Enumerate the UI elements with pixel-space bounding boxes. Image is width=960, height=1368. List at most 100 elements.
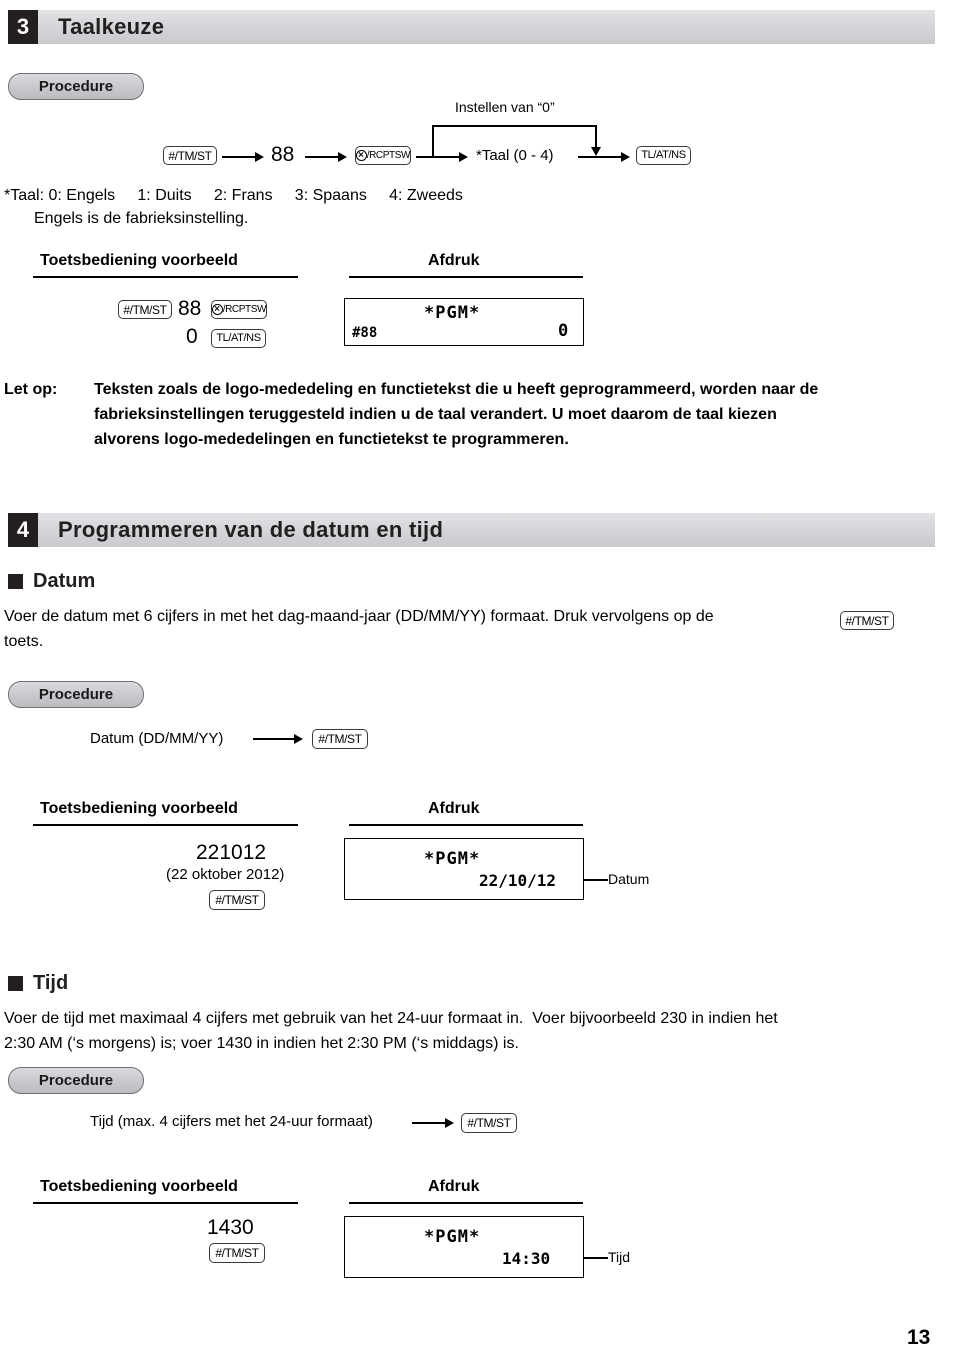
print-header-2: Afdruk xyxy=(428,800,480,817)
tijd-body-line-1: Voer de tijd met maximaal 4 cijfers met … xyxy=(4,1010,778,1027)
section-3-number: 3 xyxy=(8,10,38,44)
section-4-title: Programmeren van de datum en tijd xyxy=(58,517,444,542)
bypass-line-top xyxy=(432,125,596,127)
circled-x-icon xyxy=(212,304,223,315)
key-tlatns-flow[interactable]: TL/AT/NS xyxy=(636,146,691,165)
tijd-callout-label: Tijd xyxy=(608,1249,631,1265)
key-tlatns-example-1[interactable]: TL/AT/NS xyxy=(211,329,266,348)
flow-line-3 xyxy=(416,156,462,158)
receipt-3-pgm: *PGM* xyxy=(424,1227,481,1247)
section-3-title: Taalkeuze xyxy=(58,14,165,39)
tijd-callout-line xyxy=(584,1257,608,1259)
flow-node-taal: *Taal (0 - 4) xyxy=(476,147,554,164)
note-line-3: alvorens logo-mededelingen en functietek… xyxy=(94,431,569,448)
procedure-badge-label: Procedure xyxy=(38,78,114,95)
receipt-2-pgm: *PGM* xyxy=(424,849,481,869)
tijd-flow-node: Tijd (max. 4 cijfers met het 24-uur form… xyxy=(90,1113,373,1130)
procedure-badge-datum: Procedure xyxy=(8,681,144,708)
key-tmst-datum-flow[interactable]: #/TM/ST xyxy=(312,729,368,749)
section-4-bar: Programmeren van de datum en tijd xyxy=(38,513,935,547)
print-header-1: Afdruk xyxy=(428,252,480,269)
flow-bypass-label: Instellen van “0” xyxy=(455,99,555,115)
key-label: #/TM/ST xyxy=(845,613,889,628)
procedure-badge-label: Procedure xyxy=(38,686,114,703)
language-options-line: *Taal: 0: Engels 1: Duits 2: Frans 3: Sp… xyxy=(4,187,463,204)
key-tmst-tijd-flow[interactable]: #/TM/ST xyxy=(461,1113,517,1133)
keyop-header-3: Toetsbediening voorbeeld xyxy=(40,1178,238,1195)
section-3-header: 3 Taalkeuze xyxy=(8,10,935,44)
note-line-2: fabrieksinstellingen teruggesteld indien… xyxy=(94,406,777,423)
note-label: Let op: xyxy=(4,381,58,398)
keyop-rule-3 xyxy=(33,1202,298,1204)
key-label: #/TM/ST xyxy=(123,302,167,317)
flow-arrow-2 xyxy=(338,152,347,162)
flow-line-1 xyxy=(222,156,258,158)
datum-flow-arrow xyxy=(294,734,303,744)
key-tmst-tijd-example[interactable]: #/TM/ST xyxy=(209,1243,265,1263)
circled-x-icon xyxy=(356,150,367,161)
flow-arrow-3 xyxy=(459,152,468,162)
key-tmst-datum-example[interactable]: #/TM/ST xyxy=(209,890,265,910)
receipt-2-value: 22/10/12 xyxy=(479,871,557,890)
key-label: TL/AT/NS xyxy=(641,149,686,161)
receipt-tijd xyxy=(344,1216,584,1278)
key-label: #/TM/ST xyxy=(318,732,362,746)
key-tmst-example-1[interactable]: #/TM/ST xyxy=(118,300,172,319)
tijd-example-value: 1430 xyxy=(207,1216,254,1239)
flow-arrow-1 xyxy=(255,152,264,162)
bypass-arrowhead xyxy=(591,147,601,156)
datum-heading-label: Datum xyxy=(33,570,96,592)
keyop-header-1: Toetsbediening voorbeeld xyxy=(40,252,238,269)
bypass-line-right xyxy=(595,125,597,148)
key-tmst-datum-inline[interactable]: #/TM/ST xyxy=(840,611,894,630)
tijd-body-line-2: 2:30 AM (‘s morgens) is; voer 1430 in in… xyxy=(4,1035,519,1052)
example-1-value-88: 88 xyxy=(178,297,202,320)
datum-flow-node: Datum (DD/MM/YY) xyxy=(90,730,224,747)
datum-body-line-1: Voer de datum met 6 cijfers in met het d… xyxy=(4,608,714,625)
datum-callout-line xyxy=(584,879,608,881)
print-header-3: Afdruk xyxy=(428,1178,480,1195)
flow-arrow-4 xyxy=(621,152,630,162)
key-label: TL/AT/NS xyxy=(216,332,261,344)
tijd-heading-label: Tijd xyxy=(33,972,69,994)
example-1-value-0: 0 xyxy=(186,325,198,348)
datum-example-value: 221012 xyxy=(196,841,267,864)
flow-line-2 xyxy=(305,156,341,158)
receipt-1-pgm: *PGM* xyxy=(424,303,481,323)
keyop-header-2: Toetsbediening voorbeeld xyxy=(40,800,238,817)
receipt-1-value: 0 xyxy=(558,321,569,341)
section-4-number: 4 xyxy=(8,513,38,547)
procedure-badge-label: Procedure xyxy=(38,1072,114,1089)
receipt-datum xyxy=(344,838,584,900)
key-tmst-flow[interactable]: #/TM/ST xyxy=(163,146,217,165)
flow-line-4 xyxy=(578,156,624,158)
receipt-1-code: #88 xyxy=(352,325,378,341)
key-label: /RCPTSW xyxy=(366,149,411,161)
key-rcptsw-example-1[interactable]: /RCPTSW xyxy=(211,300,267,319)
square-bullet-icon xyxy=(8,976,23,991)
procedure-badge-language: Procedure xyxy=(8,73,144,100)
tijd-flow-arrow xyxy=(445,1118,454,1128)
flow-value-88: 88 xyxy=(271,143,295,166)
section-4-header: 4 Programmeren van de datum en tijd xyxy=(8,513,935,547)
keyop-rule-2 xyxy=(33,824,298,826)
language-default-line: Engels is de fabrieksinstelling. xyxy=(34,210,249,227)
key-label: #/TM/ST xyxy=(467,1116,511,1130)
datum-callout-label: Datum xyxy=(608,871,650,887)
print-rule-1 xyxy=(349,276,583,278)
keyop-rule-1 xyxy=(33,276,298,278)
tijd-heading: Tijd xyxy=(8,972,68,995)
bypass-line-left xyxy=(432,125,434,158)
key-rcptsw-flow[interactable]: /RCPTSW xyxy=(355,146,411,165)
print-rule-2 xyxy=(349,824,583,826)
datum-flow-line xyxy=(253,738,297,740)
datum-example-note: (22 oktober 2012) xyxy=(166,866,285,883)
key-label: /RCPTSW xyxy=(222,303,267,315)
datum-heading: Datum xyxy=(8,570,95,593)
page-number: 13 xyxy=(907,1326,931,1349)
square-bullet-icon xyxy=(8,574,23,589)
tijd-flow-line xyxy=(412,1122,448,1124)
note-line-1: Teksten zoals de logo-mededeling en func… xyxy=(94,381,819,398)
key-label: #/TM/ST xyxy=(168,148,212,163)
key-label: #/TM/ST xyxy=(215,893,259,907)
